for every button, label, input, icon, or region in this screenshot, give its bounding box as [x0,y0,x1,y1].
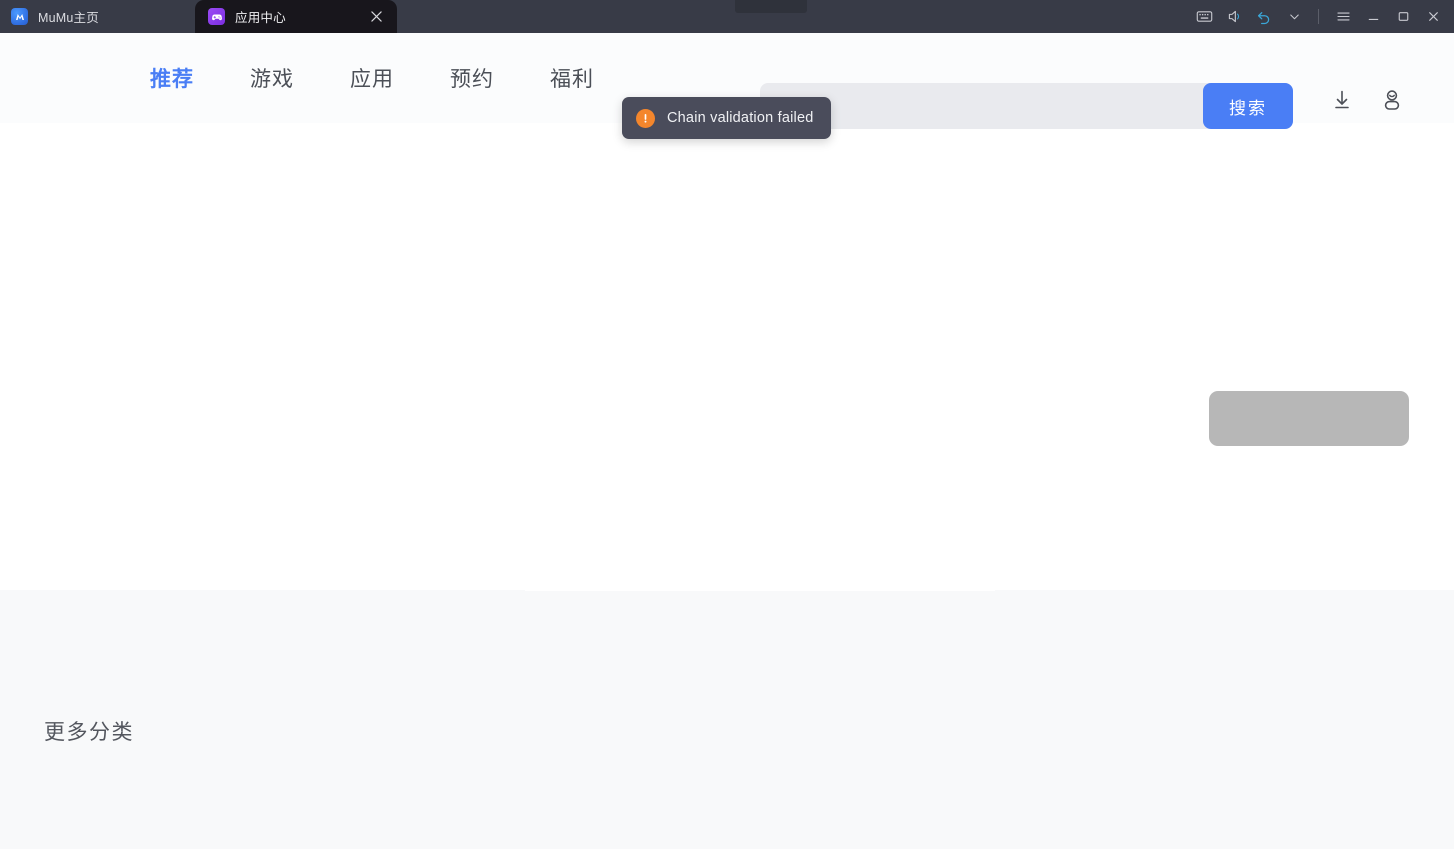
tab-label: MuMu主页 [38,11,99,25]
tab-strip: MuMu主页 应用中心 [0,0,397,33]
tab-mumu-home[interactable]: MuMu主页 [0,0,195,33]
keyboard-mapping-icon[interactable] [1189,0,1219,33]
controls-divider [1318,9,1319,24]
titlebar-center-stub [735,0,807,13]
page-title: 更多分类 [44,721,134,744]
gamepad-icon [208,8,225,25]
back-icon[interactable] [1249,0,1279,33]
skeleton-placeholder [1209,391,1409,446]
status-toast: Chain validation failed [622,97,832,139]
categories-section [0,590,1454,849]
tab-label: 应用中心 [235,11,286,25]
menu-icon[interactable] [1328,0,1358,33]
user-account-icon[interactable] [1375,83,1409,117]
chevron-down-icon[interactable] [1279,0,1309,33]
nav-item-games[interactable]: 游戏 [250,63,294,93]
page-content: GO2765_庄文浩GO2765_庄文浩GO2765_庄文浩GO2765_庄文浩… [0,33,1454,849]
nav-item-recommend[interactable]: 推荐 [150,63,194,93]
maximize-icon[interactable] [1388,0,1418,33]
primary-nav: 推荐 游戏 应用 预约 福利 [150,33,650,123]
minimize-icon[interactable] [1358,0,1388,33]
search-bar: 搜索 [760,83,1293,129]
close-icon[interactable] [368,9,384,25]
toast-message: Chain validation failed [667,110,814,126]
nav-item-benefits[interactable]: 福利 [550,63,594,93]
tab-app-center[interactable]: 应用中心 [195,0,397,33]
download-icon[interactable] [1325,83,1359,117]
nav-item-apps[interactable]: 应用 [350,63,394,93]
content-card-panel [525,355,995,591]
search-button[interactable]: 搜索 [1203,83,1293,129]
window-titlebar: MuMu主页 应用中心 [0,0,1454,33]
window-controls [1189,0,1454,33]
application-window: MuMu主页 应用中心 更多分类 推荐 游戏 应用 预约 福利 搜索 Chain… [0,0,1454,849]
volume-icon[interactable] [1219,0,1249,33]
warning-exclamation-icon [636,108,655,128]
nav-item-reservation[interactable]: 预约 [450,63,494,93]
mumu-logo-icon [11,8,28,25]
close-icon[interactable] [1418,0,1448,33]
header-actions [1325,83,1409,117]
